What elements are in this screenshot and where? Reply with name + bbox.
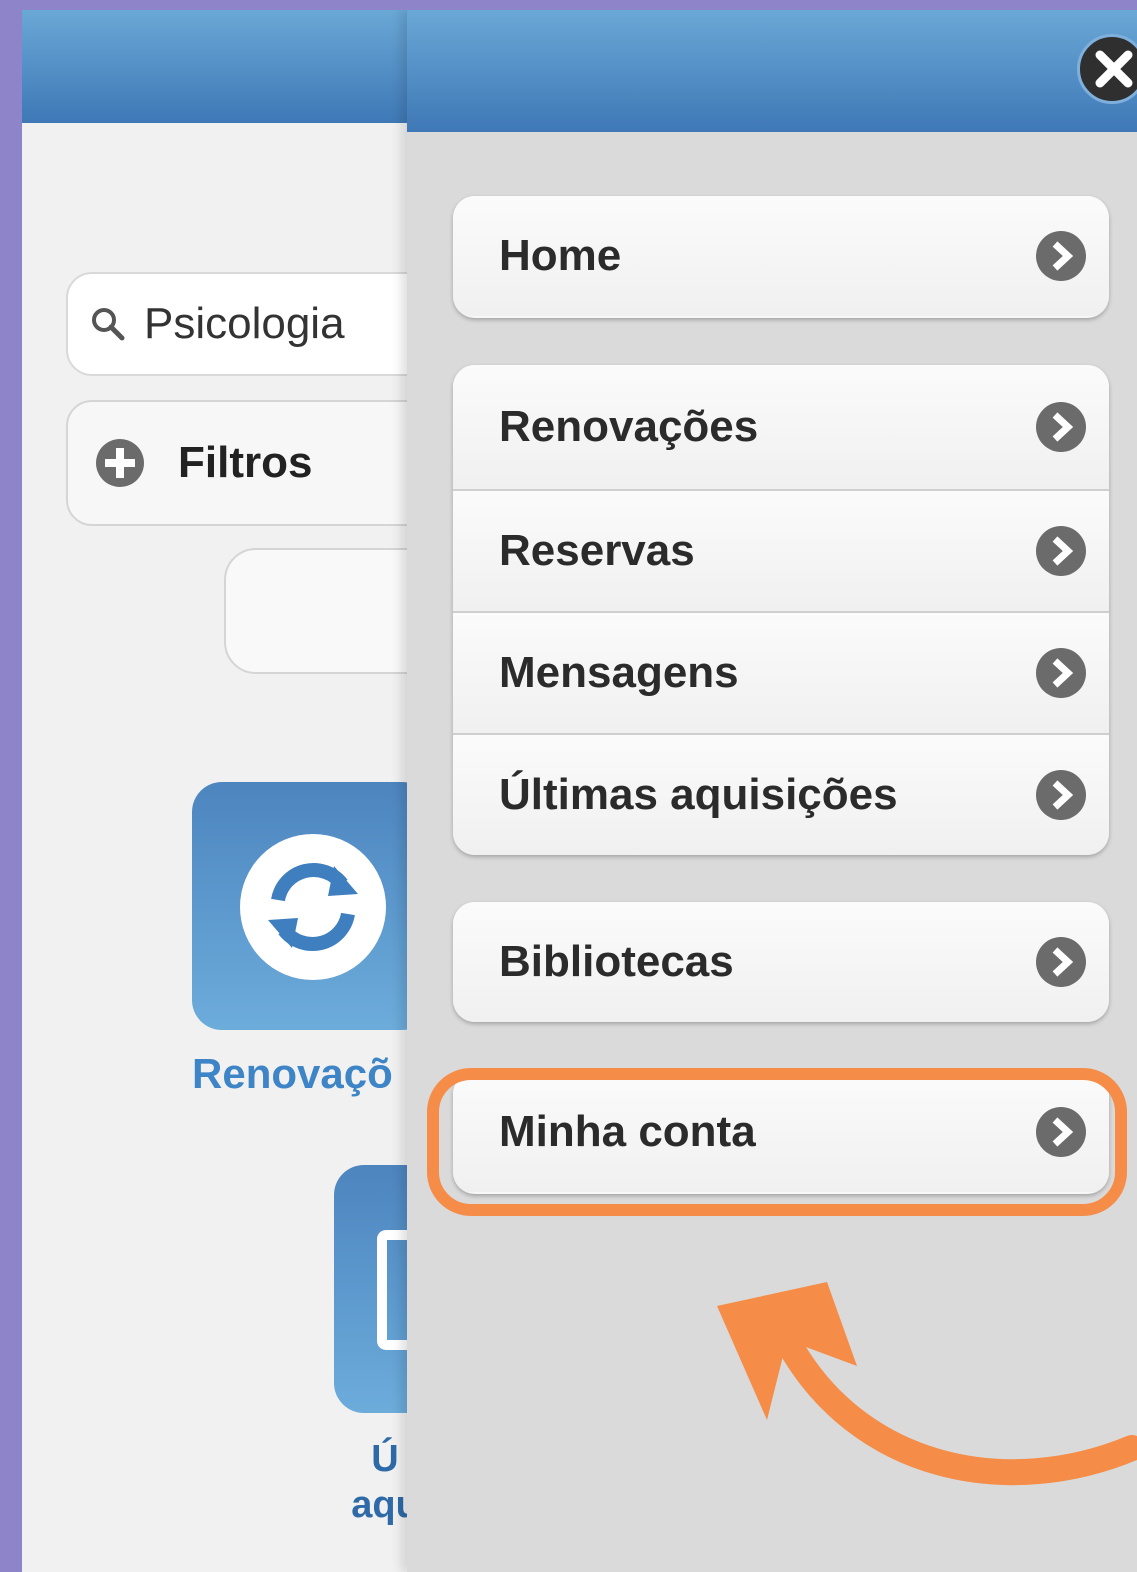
menu-item-label: Reservas	[499, 526, 695, 575]
chevron-right-circle-icon	[1036, 402, 1086, 452]
chevron-right-circle-icon	[1036, 937, 1086, 987]
chevron-right-circle-icon	[1036, 770, 1086, 820]
renewals-tile[interactable]	[192, 782, 432, 1030]
menu-group-services: Renovações Reservas Mensagens Últimas aq…	[453, 365, 1109, 855]
menu-group-libraries: Bibliotecas	[453, 902, 1109, 1022]
side-menu-header	[407, 10, 1137, 132]
chevron-right-circle-icon	[1036, 648, 1086, 698]
close-icon	[1095, 50, 1133, 88]
chevron-right-circle-icon	[1036, 1107, 1086, 1157]
chevron-right-circle-icon	[1036, 231, 1086, 281]
plus-circle-icon	[96, 439, 144, 487]
menu-item-label: Bibliotecas	[499, 937, 734, 986]
side-menu-panel: Home Renovações Reservas Mensagens Últim…	[407, 10, 1137, 1572]
menu-item-label: Minha conta	[499, 1107, 756, 1156]
menu-item-label: Home	[499, 231, 622, 280]
curved-arrow-annotation	[717, 1282, 1137, 1486]
menu-item-label: Renovações	[499, 402, 759, 451]
menu-item-latest-acquisitions[interactable]: Últimas aquisições	[453, 733, 1109, 855]
menu-item-label: Mensagens	[499, 648, 739, 697]
menu-item-my-account[interactable]: Minha conta	[453, 1072, 1109, 1192]
renewals-tile-label: Renovaçõ	[192, 1050, 393, 1097]
library-app-page: Filtros Renovaçõ Ú aqu Hom	[22, 10, 1137, 1572]
menu-group-account: Minha conta	[453, 1072, 1109, 1194]
menu-item-messages[interactable]: Mensagens	[453, 611, 1109, 733]
filters-label: Filtros	[178, 438, 313, 487]
menu-item-libraries[interactable]: Bibliotecas	[453, 902, 1109, 1022]
menu-item-renewals[interactable]: Renovações	[453, 365, 1109, 489]
refresh-icon	[240, 834, 386, 980]
menu-item-home[interactable]: Home	[453, 196, 1109, 316]
search-icon	[92, 308, 125, 341]
menu-group-home: Home	[453, 196, 1109, 318]
chevron-right-circle-icon	[1036, 526, 1086, 576]
menu-item-reservations[interactable]: Reservas	[453, 489, 1109, 611]
menu-item-label: Últimas aquisições	[499, 770, 898, 819]
